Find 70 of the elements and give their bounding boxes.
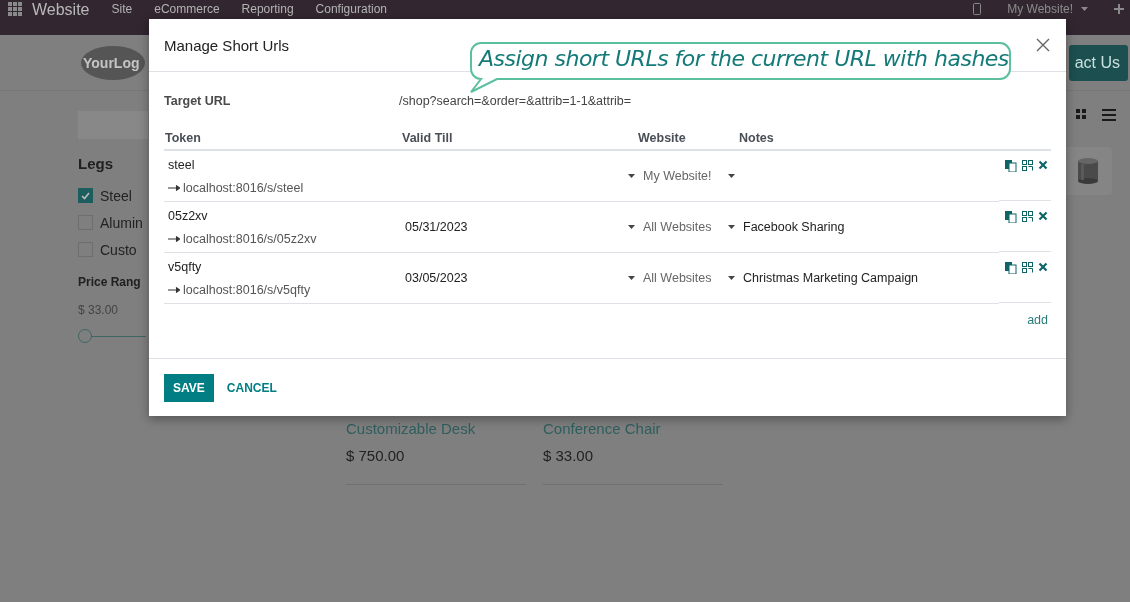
logo: YourLog [81, 45, 145, 80]
save-button[interactable]: SAVE [164, 373, 214, 402]
caret-icon [728, 225, 735, 229]
callout-text: Assign short URLs for the current URL with hashes [479, 46, 1009, 71]
checkmark-icon [81, 191, 90, 200]
filter-option[interactable]: Alumin [78, 209, 148, 236]
short-url[interactable]: localhost:8016/s/v5qfty [183, 282, 311, 297]
arrow-icon [168, 286, 180, 293]
checkbox[interactable] [78, 188, 93, 203]
website-select[interactable]: All Websites [628, 220, 724, 234]
website-select[interactable]: My Website! [628, 169, 724, 183]
filter-option[interactable]: Custo [78, 236, 148, 263]
apps-grid-icon[interactable] [8, 2, 22, 16]
field-label: Target URL [164, 94, 232, 108]
delete-icon[interactable] [1038, 160, 1048, 170]
column-header: Notes [724, 131, 999, 151]
filter-title: Price Rang [78, 275, 142, 289]
menu-item[interactable]: Site [111, 2, 133, 16]
grid-view-icon[interactable] [1076, 109, 1086, 119]
price-slider[interactable] [78, 329, 146, 343]
list-view-icon[interactable] [1102, 109, 1116, 121]
caret-icon [728, 174, 735, 178]
product-price: $ 750.00 [346, 447, 406, 464]
website-select[interactable]: All Websites [628, 271, 724, 285]
caret-icon [628, 276, 635, 280]
menu-item[interactable]: Reporting [241, 2, 294, 16]
column-header: Website [624, 131, 724, 151]
column-header: Valid Till [401, 131, 624, 151]
filter-option[interactable]: Steel [78, 182, 148, 209]
cancel-button[interactable]: CANCEL [226, 380, 277, 395]
menu-item[interactable]: eCommerce [154, 2, 220, 16]
qr-code-icon[interactable] [1022, 160, 1033, 171]
caret-icon [628, 225, 635, 229]
app-title: Website [32, 2, 90, 17]
delete-icon[interactable] [1038, 211, 1048, 221]
qr-code-icon[interactable] [1022, 211, 1033, 222]
copy-icon[interactable] [1005, 211, 1017, 223]
date-field[interactable]: 05/31/2023 [405, 220, 624, 234]
caret-icon [728, 276, 735, 280]
website-switcher[interactable]: My Website! [1007, 2, 1073, 16]
date-field[interactable]: 03/05/2023 [405, 271, 624, 285]
add-link[interactable]: add [1027, 313, 1048, 327]
close-icon[interactable] [1035, 37, 1051, 53]
qr-code-icon[interactable] [1022, 262, 1033, 273]
contact-button[interactable]: act Us [1068, 44, 1128, 81]
token-text: v5qfty [168, 259, 203, 274]
short-url[interactable]: localhost:8016/s/05z2xv [183, 231, 317, 246]
plus-icon[interactable] [1114, 4, 1124, 14]
target-url: /shop?search=&order=&attrib=1-1&attrib= [399, 94, 632, 108]
search-field[interactable] [78, 111, 148, 139]
filter-title: Legs [78, 155, 114, 172]
menu-item[interactable]: Configuration [315, 2, 387, 16]
copy-icon[interactable] [1005, 262, 1017, 274]
product-price: $ 33.00 [543, 447, 595, 464]
delete-icon[interactable] [1038, 262, 1048, 272]
mobile-icon[interactable] [973, 3, 982, 15]
notes-select[interactable]: Christmas Marketing Campaign [728, 271, 999, 285]
arrow-icon [168, 184, 180, 191]
price-min: $ 33.00 [78, 303, 120, 317]
slider-thumb[interactable] [78, 329, 92, 343]
token-text: 05z2xv [168, 208, 209, 223]
notes-select[interactable]: Facebook Sharing [728, 220, 999, 234]
arrow-icon [168, 235, 180, 242]
caret-icon [628, 174, 635, 178]
column-header: Token [164, 131, 401, 151]
copy-icon[interactable] [1005, 160, 1017, 172]
short-url[interactable]: localhost:8016/s/steel [183, 180, 304, 195]
token-text: steel [168, 157, 196, 172]
dialog-title: Manage Short Urls [164, 36, 290, 54]
caret-icon [1081, 7, 1088, 11]
